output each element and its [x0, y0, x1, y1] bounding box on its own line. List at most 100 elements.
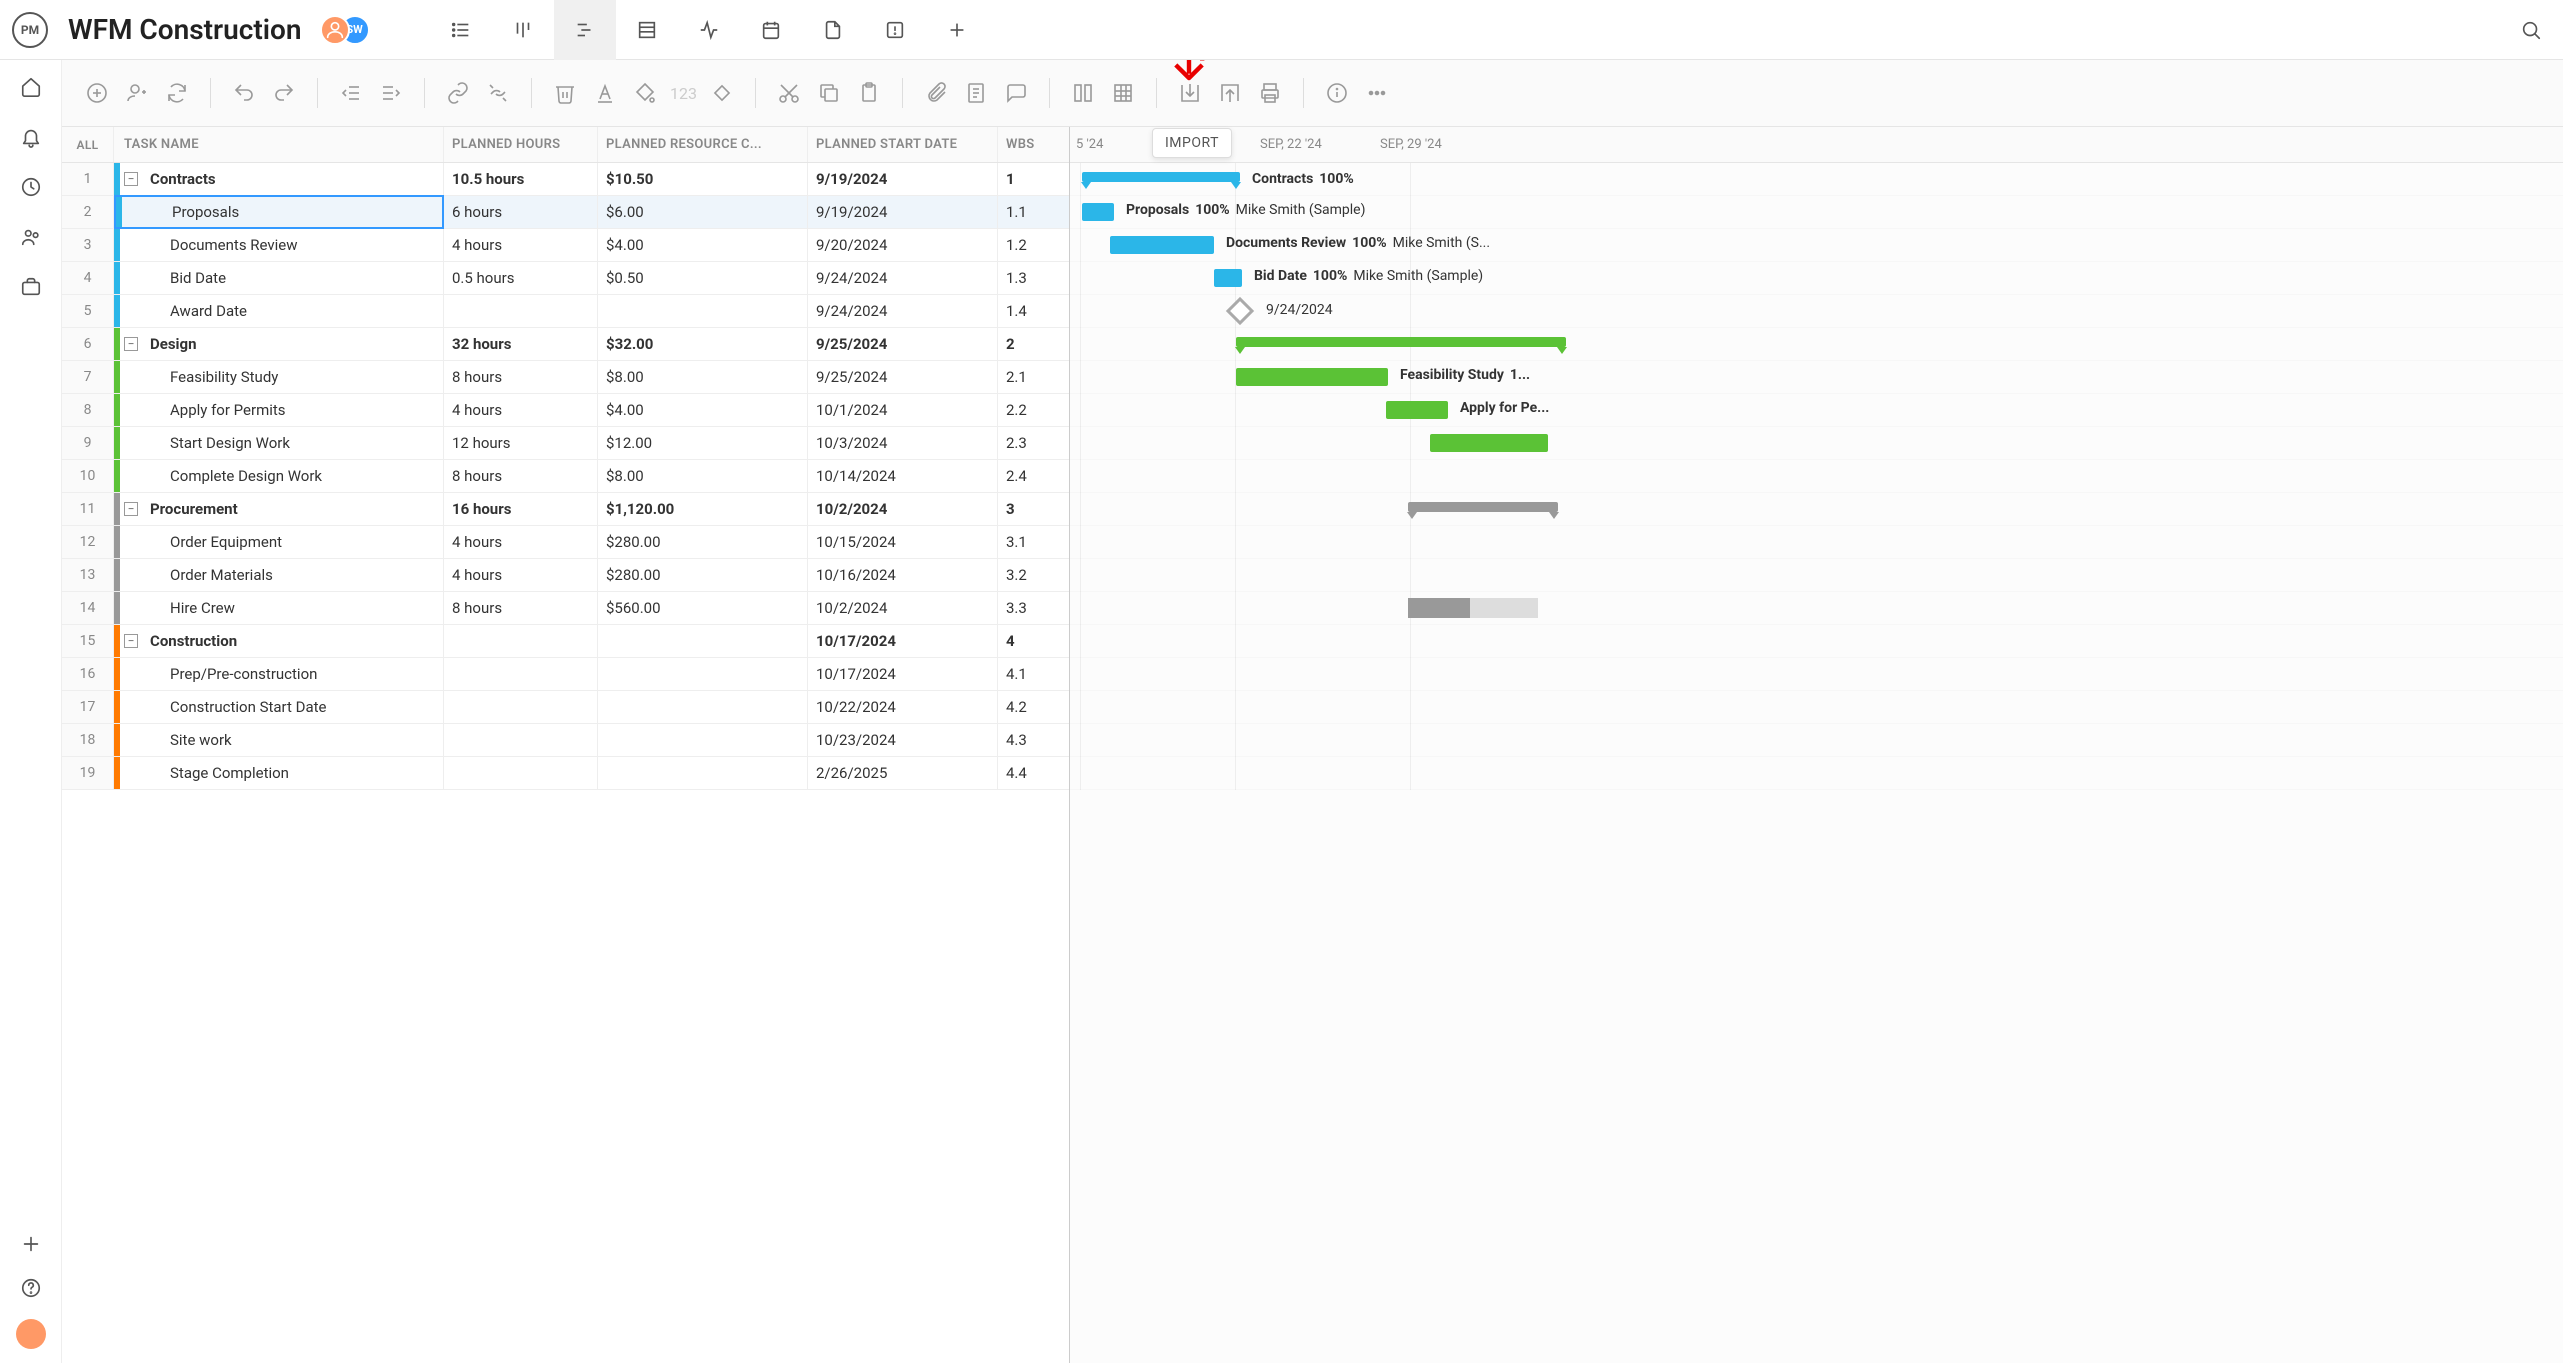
- row-number[interactable]: 1: [62, 163, 114, 195]
- undo-icon[interactable]: [229, 78, 259, 108]
- row-number[interactable]: 4: [62, 262, 114, 294]
- add-icon[interactable]: [18, 1231, 44, 1257]
- wbs-code[interactable]: 1.3: [998, 262, 1068, 294]
- planned-hours[interactable]: [444, 724, 598, 756]
- gantt-row[interactable]: [1070, 427, 2563, 460]
- view-files[interactable]: [802, 0, 864, 60]
- wbs-code[interactable]: 4.4: [998, 757, 1068, 789]
- task-row[interactable]: 2 Proposals 6 hours $6.00 9/19/2024 1.1: [62, 196, 1069, 229]
- row-number[interactable]: 16: [62, 658, 114, 690]
- planned-cost[interactable]: $4.00: [598, 229, 808, 261]
- task-row[interactable]: 17 Construction Start Date 10/22/2024 4.…: [62, 691, 1069, 724]
- gantt-task-bar[interactable]: Documents Review 100% Mike Smith (S...: [1110, 236, 1214, 254]
- redo-icon[interactable]: [269, 78, 299, 108]
- comment-icon[interactable]: [1001, 78, 1031, 108]
- col-cost[interactable]: PLANNED RESOURCE C...: [598, 127, 808, 162]
- wbs-code[interactable]: 3.3: [998, 592, 1068, 624]
- planned-hours[interactable]: 4 hours: [444, 526, 598, 558]
- planned-cost[interactable]: $0.50: [598, 262, 808, 294]
- gantt-row[interactable]: [1070, 493, 2563, 526]
- task-name-cell[interactable]: − Procurement: [114, 493, 444, 525]
- task-name-cell[interactable]: Documents Review: [114, 229, 444, 261]
- planned-date[interactable]: 9/19/2024: [808, 163, 998, 195]
- planned-hours[interactable]: 8 hours: [444, 361, 598, 393]
- gantt-row[interactable]: [1070, 559, 2563, 592]
- task-name-cell[interactable]: Bid Date: [114, 262, 444, 294]
- planned-cost[interactable]: [598, 691, 808, 723]
- indent-icon[interactable]: [376, 78, 406, 108]
- gantt-row[interactable]: Feasibility Study 1...: [1070, 361, 2563, 394]
- task-name-cell[interactable]: Prep/Pre-construction: [114, 658, 444, 690]
- gantt-row[interactable]: Bid Date 100% Mike Smith (Sample): [1070, 262, 2563, 295]
- view-gantt[interactable]: [554, 0, 616, 60]
- portfolio-icon[interactable]: [18, 274, 44, 300]
- task-row[interactable]: 3 Documents Review 4 hours $4.00 9/20/20…: [62, 229, 1069, 262]
- task-name-cell[interactable]: Feasibility Study: [114, 361, 444, 393]
- gantt-task-bar[interactable]: Apply for Pe...: [1386, 401, 1448, 419]
- planned-hours[interactable]: 4 hours: [444, 559, 598, 591]
- gantt-summary-bar[interactable]: [1236, 337, 1566, 347]
- task-name-cell[interactable]: Order Equipment: [114, 526, 444, 558]
- task-name-cell[interactable]: − Design: [114, 328, 444, 360]
- gantt-row[interactable]: [1070, 658, 2563, 691]
- notes-icon[interactable]: [961, 78, 991, 108]
- planned-cost[interactable]: [598, 625, 808, 657]
- import-icon[interactable]: [1175, 78, 1205, 108]
- view-list[interactable]: [430, 0, 492, 60]
- collapse-toggle[interactable]: −: [124, 502, 138, 516]
- planned-cost[interactable]: $8.00: [598, 460, 808, 492]
- gantt-row[interactable]: Documents Review 100% Mike Smith (S...: [1070, 229, 2563, 262]
- milestone-icon[interactable]: [707, 78, 737, 108]
- view-activity[interactable]: [678, 0, 740, 60]
- planned-date[interactable]: 9/25/2024: [808, 361, 998, 393]
- team-icon[interactable]: [18, 224, 44, 250]
- row-number[interactable]: 17: [62, 691, 114, 723]
- task-row[interactable]: 8 Apply for Permits 4 hours $4.00 10/1/2…: [62, 394, 1069, 427]
- task-name-cell[interactable]: Hire Crew: [114, 592, 444, 624]
- task-name-cell[interactable]: Complete Design Work: [114, 460, 444, 492]
- task-name-cell[interactable]: Award Date: [114, 295, 444, 327]
- planned-cost[interactable]: [598, 724, 808, 756]
- planned-hours[interactable]: 12 hours: [444, 427, 598, 459]
- row-number[interactable]: 2: [62, 196, 114, 228]
- task-row[interactable]: 15 − Construction 10/17/2024 4: [62, 625, 1069, 658]
- wbs-code[interactable]: 4.1: [998, 658, 1068, 690]
- planned-cost[interactable]: $280.00: [598, 559, 808, 591]
- planned-hours[interactable]: 16 hours: [444, 493, 598, 525]
- planned-hours[interactable]: 10.5 hours: [444, 163, 598, 195]
- task-name-cell[interactable]: Start Design Work: [114, 427, 444, 459]
- info-icon[interactable]: [1322, 78, 1352, 108]
- wbs-code[interactable]: 2: [998, 328, 1068, 360]
- task-row[interactable]: 14 Hire Crew 8 hours $560.00 10/2/2024 3…: [62, 592, 1069, 625]
- planned-date[interactable]: 10/17/2024: [808, 658, 998, 690]
- planned-date[interactable]: 9/20/2024: [808, 229, 998, 261]
- planned-cost[interactable]: $32.00: [598, 328, 808, 360]
- task-row[interactable]: 5 Award Date 9/24/2024 1.4: [62, 295, 1069, 328]
- wbs-code[interactable]: 1.2: [998, 229, 1068, 261]
- row-number[interactable]: 8: [62, 394, 114, 426]
- gantt-summary-bar[interactable]: [1408, 502, 1558, 512]
- add-task-icon[interactable]: [82, 78, 112, 108]
- view-calendar[interactable]: [740, 0, 802, 60]
- collapse-toggle[interactable]: −: [124, 634, 138, 648]
- row-number[interactable]: 18: [62, 724, 114, 756]
- planned-date[interactable]: 9/25/2024: [808, 328, 998, 360]
- attachment-icon[interactable]: [921, 78, 951, 108]
- task-row[interactable]: 6 − Design 32 hours $32.00 9/25/2024 2: [62, 328, 1069, 361]
- planned-hours[interactable]: 0.5 hours: [444, 262, 598, 294]
- planned-date[interactable]: 9/24/2024: [808, 295, 998, 327]
- task-row[interactable]: 4 Bid Date 0.5 hours $0.50 9/24/2024 1.3: [62, 262, 1069, 295]
- planned-date[interactable]: 10/2/2024: [808, 592, 998, 624]
- row-number[interactable]: 6: [62, 328, 114, 360]
- wbs-code[interactable]: 3.2: [998, 559, 1068, 591]
- planned-hours[interactable]: 4 hours: [444, 229, 598, 261]
- task-row[interactable]: 18 Site work 10/23/2024 4.3: [62, 724, 1069, 757]
- help-icon[interactable]: [18, 1275, 44, 1301]
- planned-date[interactable]: 10/14/2024: [808, 460, 998, 492]
- gantt-row[interactable]: [1070, 757, 2563, 790]
- planned-hours[interactable]: 6 hours: [444, 196, 598, 228]
- task-name-cell[interactable]: Proposals: [114, 195, 444, 229]
- gantt-task-bar[interactable]: Bid Date 100% Mike Smith (Sample): [1214, 269, 1242, 287]
- wbs-code[interactable]: 2.2: [998, 394, 1068, 426]
- task-name-cell[interactable]: Site work: [114, 724, 444, 756]
